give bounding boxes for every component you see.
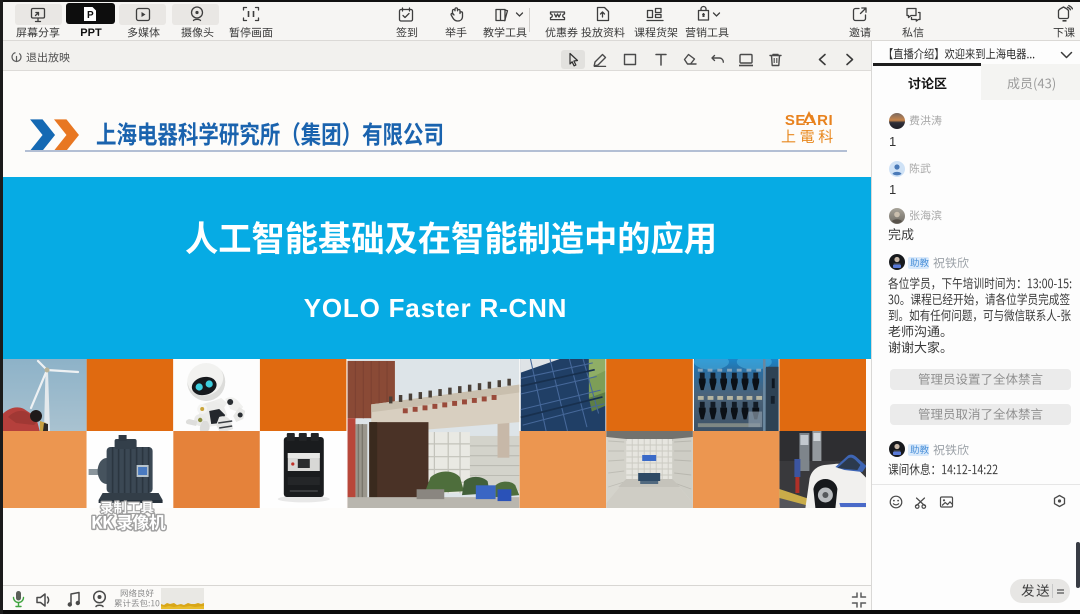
svg-text:P: P (87, 10, 94, 21)
